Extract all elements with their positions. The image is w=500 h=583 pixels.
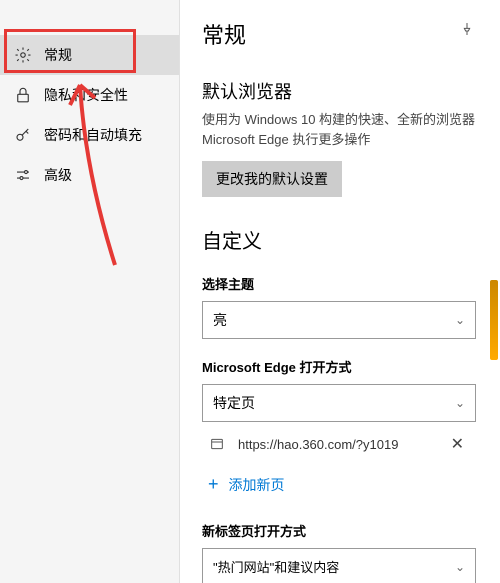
change-default-button[interactable]: 更改我的默认设置 <box>202 161 342 197</box>
theme-label: 选择主题 <box>202 274 476 293</box>
open-with-label: Microsoft Edge 打开方式 <box>202 357 476 376</box>
plus-icon: + <box>208 474 219 495</box>
startup-page-url: https://hao.360.com/?y1019 <box>238 437 433 452</box>
chevron-down-icon: ⌄ <box>455 396 465 410</box>
key-icon <box>14 126 32 144</box>
scrollbar-thumb[interactable] <box>490 280 498 360</box>
section-default-browser: 默认浏览器 使用为 Windows 10 构建的快速、全新的浏览器 Micros… <box>202 78 476 197</box>
section-customize: 自定义 选择主题 亮 ⌄ Microsoft Edge 打开方式 特定页 ⌄ h… <box>202 225 476 583</box>
default-browser-title: 默认浏览器 <box>202 78 476 104</box>
sidebar-item-label: 密码和自动填充 <box>44 125 142 145</box>
pin-icon[interactable] <box>458 20 476 38</box>
chevron-down-icon: ⌄ <box>455 313 465 327</box>
add-page-label: 添加新页 <box>229 475 285 495</box>
customize-title: 自定义 <box>202 225 476 254</box>
default-browser-desc: 使用为 Windows 10 构建的快速、全新的浏览器 Microsoft Ed… <box>202 110 476 149</box>
new-tab-value: "热门网站"和建议内容 <box>213 557 339 576</box>
sidebar-item-privacy[interactable]: 隐私和安全性 <box>0 75 179 115</box>
chevron-down-icon: ⌄ <box>455 560 465 574</box>
sidebar-item-general[interactable]: 常规 <box>0 35 179 75</box>
sidebar-item-label: 高级 <box>44 165 72 185</box>
theme-value: 亮 <box>213 310 227 330</box>
open-with-value: 特定页 <box>213 393 255 413</box>
sidebar-item-label: 隐私和安全性 <box>44 85 128 105</box>
page-title: 常规 <box>202 18 476 50</box>
theme-select[interactable]: 亮 ⌄ <box>202 301 476 339</box>
add-page-button[interactable]: + 添加新页 <box>202 466 476 503</box>
sidebar: 常规 隐私和安全性 密码和自动填充 高级 <box>0 0 180 583</box>
sidebar-item-advanced[interactable]: 高级 <box>0 155 179 195</box>
sidebar-item-passwords[interactable]: 密码和自动填充 <box>0 115 179 155</box>
sliders-icon <box>14 166 32 184</box>
new-tab-select[interactable]: "热门网站"和建议内容 ⌄ <box>202 548 476 583</box>
open-with-select[interactable]: 特定页 ⌄ <box>202 384 476 422</box>
startup-page-row: https://hao.360.com/?y1019 ✕ <box>202 422 476 466</box>
sidebar-item-label: 常规 <box>44 45 72 65</box>
page-icon <box>208 435 226 453</box>
new-tab-label: 新标签页打开方式 <box>202 521 476 540</box>
lock-icon <box>14 86 32 104</box>
main-content: 常规 默认浏览器 使用为 Windows 10 构建的快速、全新的浏览器 Mic… <box>180 0 500 583</box>
gear-icon <box>14 46 32 64</box>
remove-page-button[interactable]: ✕ <box>445 432 470 456</box>
